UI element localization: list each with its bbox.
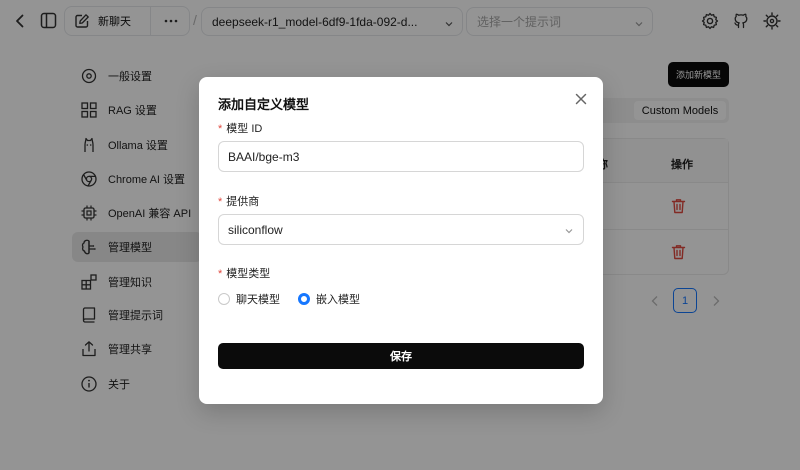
model-id-field[interactable]: BAAI/bge-m3 — [218, 141, 584, 172]
chevron-down-icon — [564, 225, 574, 239]
add-custom-model-dialog: 添加自定义模型 * 模型 ID BAAI/bge-m3 * 提供商 siliconf… — [199, 77, 603, 404]
model-type-radio-group: 聊天模型 嵌入模型 — [218, 291, 360, 307]
provider-value: siliconflow — [228, 222, 283, 237]
model-id-label-text: 模型 ID — [226, 123, 263, 135]
model-id-value: BAAI/bge-m3 — [228, 149, 300, 164]
model-id-label: * 模型 ID — [218, 120, 262, 136]
radio-embedding-model[interactable] — [298, 293, 310, 305]
save-button[interactable]: 保存 — [218, 343, 584, 369]
required-mark: * — [218, 196, 223, 208]
model-type-label-text: 模型类型 — [226, 268, 271, 280]
provider-select[interactable]: siliconflow — [218, 214, 584, 245]
provider-label-text: 提供商 — [226, 196, 260, 208]
dialog-title: 添加自定义模型 — [218, 97, 310, 112]
radio-embedding-model-label[interactable]: 嵌入模型 — [316, 291, 360, 307]
close-icon[interactable] — [573, 91, 589, 107]
radio-chat-model[interactable] — [218, 293, 230, 305]
required-mark: * — [218, 123, 223, 135]
model-type-label: * 模型类型 — [218, 265, 270, 281]
required-mark: * — [218, 268, 223, 280]
radio-chat-model-label[interactable]: 聊天模型 — [236, 291, 280, 307]
provider-label: * 提供商 — [218, 193, 259, 209]
